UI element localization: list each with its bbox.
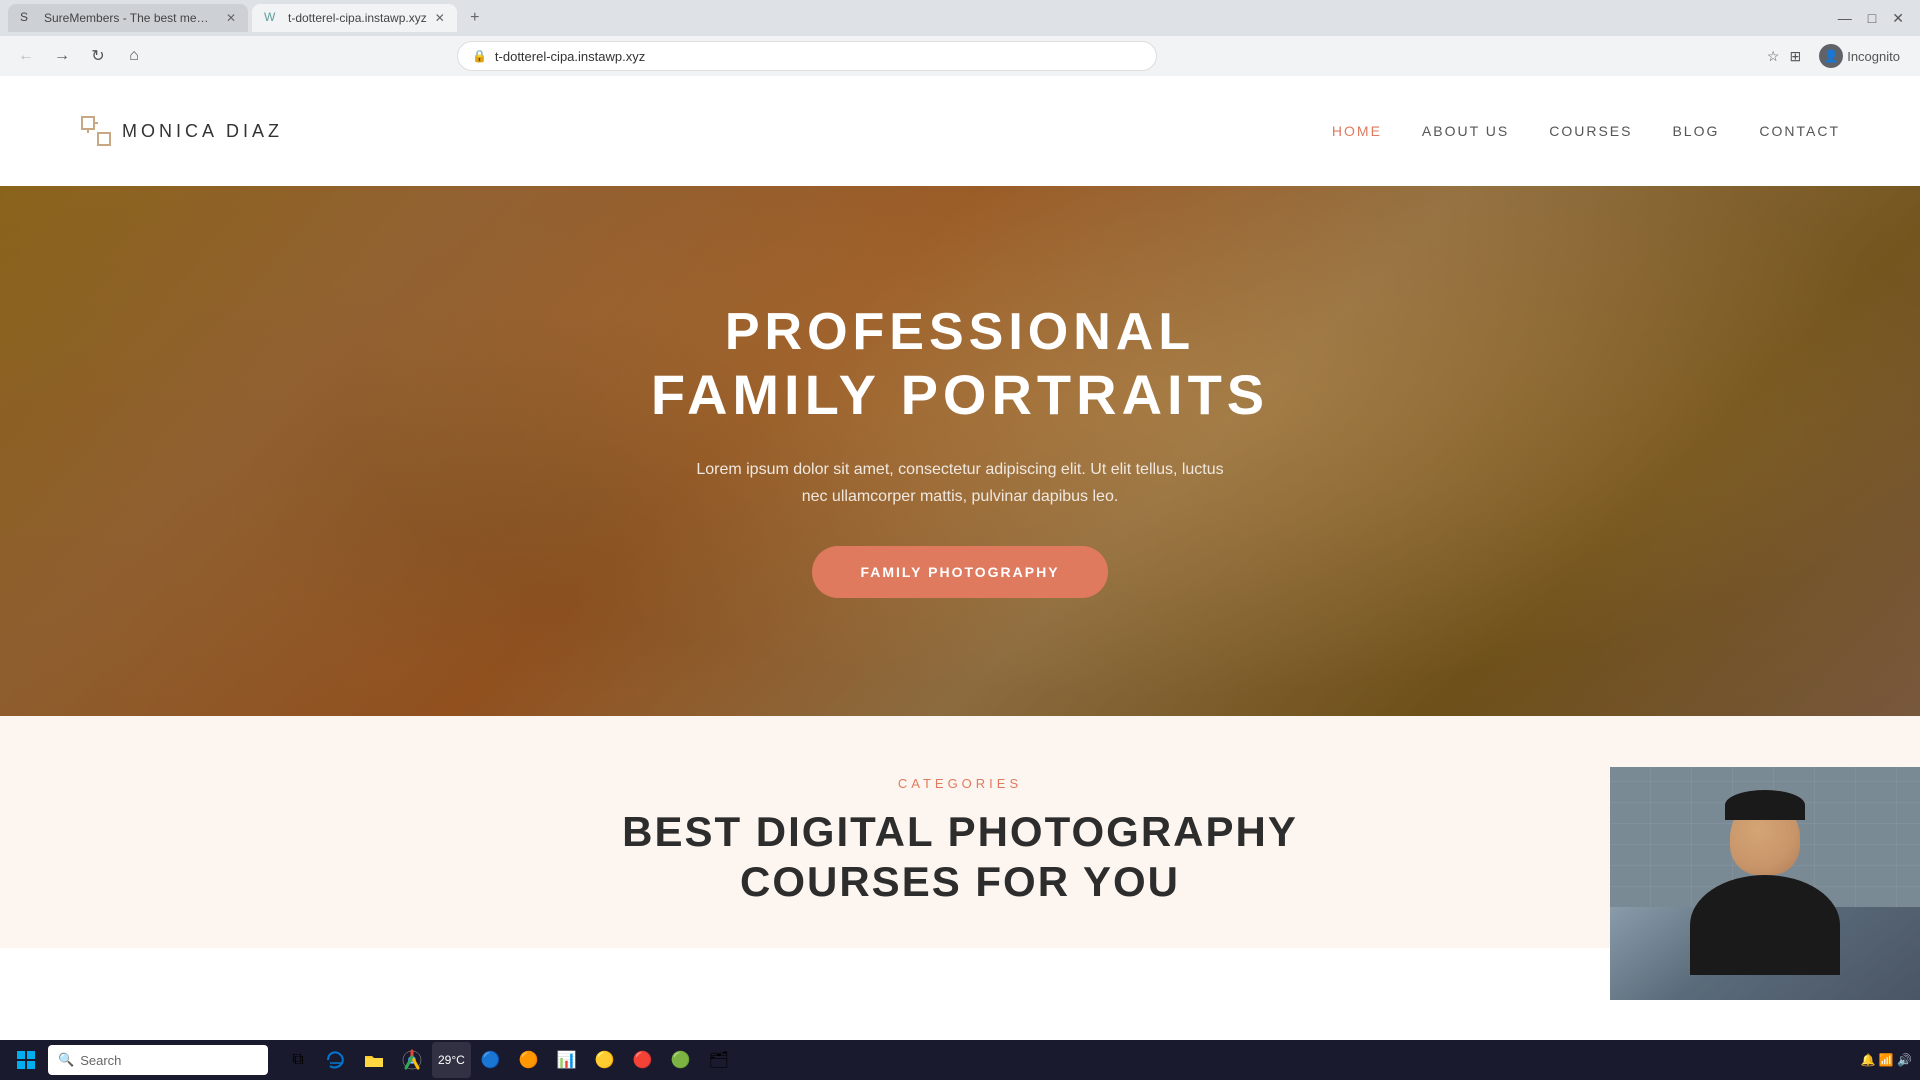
home-button[interactable]: ⌂ <box>120 42 148 70</box>
nav-blog[interactable]: BLOG <box>1672 123 1719 139</box>
taskbar-app-misc1[interactable]: 🔵 <box>473 1042 509 1078</box>
person-head <box>1730 800 1800 875</box>
taskbar-apps: ⧉ 29°C 🔵 🟠 📊 🟡 <box>280 1042 737 1078</box>
tab1-close-icon[interactable]: ✕ <box>226 11 236 25</box>
windows-icon <box>16 1050 36 1070</box>
nav-about[interactable]: ABOUT US <box>1422 123 1509 139</box>
search-icon: 🔍 <box>58 1052 74 1068</box>
hero-title-line1: PROFESSIONAL <box>651 304 1269 361</box>
hero-subtitle: Lorem ipsum dolor sit amet, consectetur … <box>651 456 1269 510</box>
person-body <box>1690 875 1840 975</box>
window-controls: — □ ✕ <box>1838 10 1912 27</box>
logo-icon <box>80 115 112 147</box>
nav-home[interactable]: HOME <box>1332 123 1382 139</box>
taskbar-app-chrome[interactable] <box>394 1042 430 1078</box>
new-tab-button[interactable]: + <box>461 4 489 32</box>
start-button[interactable] <box>8 1042 44 1078</box>
taskbar-search[interactable]: 🔍 Search <box>48 1045 268 1075</box>
taskbar-app-weather[interactable]: 29°C <box>432 1042 471 1078</box>
taskbar-app-misc5[interactable]: 🔴 <box>625 1042 661 1078</box>
hero-section: PROFESSIONAL FAMILY PORTRAITS Lorem ipsu… <box>0 186 1920 716</box>
tab2-favicon: W <box>264 10 280 26</box>
tab-instawp[interactable]: W t-dotterel-cipa.instawp.xyz ✕ <box>252 4 457 32</box>
tab1-title: SureMembers - The best memb... <box>44 11 218 25</box>
categories-title-line1: BEST DIGITAL PHOTOGRAPHY <box>622 808 1298 855</box>
weather-temp: 29°C <box>438 1053 465 1067</box>
profile-label: Incognito <box>1847 49 1900 64</box>
taskbar: 🔍 Search ⧉ 29°C 🔵 <box>0 1040 1920 1080</box>
categories-label: CATEGORIES <box>80 776 1840 791</box>
extensions-icon[interactable]: ⊞ <box>1789 48 1801 65</box>
webcam-overlay <box>1610 767 1920 1000</box>
taskbar-app-misc6[interactable]: 🟢 <box>663 1042 699 1078</box>
categories-title-line2: COURSES FOR YOU <box>740 858 1180 905</box>
tab1-favicon: S <box>20 10 36 26</box>
minimize-button[interactable]: — <box>1838 10 1852 26</box>
hero-content: PROFESSIONAL FAMILY PORTRAITS Lorem ipsu… <box>651 304 1269 599</box>
tab2-close-icon[interactable]: ✕ <box>435 11 445 25</box>
system-icons: 🔔 📶 🔊 <box>1861 1053 1913 1067</box>
cta-button[interactable]: FAMILY PHOTOGRAPHY <box>812 546 1107 598</box>
site-header: MONICA DIAZ HOME ABOUT US COURSES BLOG C… <box>0 76 1920 186</box>
maximize-button[interactable]: □ <box>1868 10 1876 26</box>
close-button[interactable]: ✕ <box>1892 10 1904 27</box>
site-navigation: HOME ABOUT US COURSES BLOG CONTACT <box>1332 123 1840 139</box>
taskbar-app-misc2[interactable]: 🟠 <box>511 1042 547 1078</box>
categories-title: BEST DIGITAL PHOTOGRAPHY COURSES FOR YOU <box>80 807 1840 908</box>
browser-chrome: S SureMembers - The best memb... ✕ W t-d… <box>0 0 1920 76</box>
search-placeholder: Search <box>80 1053 121 1068</box>
profile-button[interactable]: 👤 Incognito <box>1811 40 1908 72</box>
taskbar-app-taskview[interactable]: ⧉ <box>280 1042 316 1078</box>
taskbar-app-misc7[interactable]: 🗂 <box>701 1042 737 1078</box>
folder-icon <box>363 1049 385 1071</box>
webcam-person <box>1665 800 1865 1000</box>
title-bar: S SureMembers - The best memb... ✕ W t-d… <box>0 0 1920 36</box>
refresh-button[interactable]: ↻ <box>84 42 112 70</box>
tab2-title: t-dotterel-cipa.instawp.xyz <box>288 11 427 25</box>
toolbar-right: ☆ ⊞ 👤 Incognito <box>1767 40 1908 72</box>
tab-surembers[interactable]: S SureMembers - The best memb... ✕ <box>8 4 248 32</box>
address-bar: ← → ↻ ⌂ 🔒 t-dotterel-cipa.instawp.xyz ☆ … <box>0 36 1920 76</box>
chrome-icon <box>401 1049 423 1071</box>
logo-name: MONICA DIAZ <box>122 121 283 142</box>
taskbar-app-misc4[interactable]: 🟡 <box>587 1042 623 1078</box>
hero-title-line2: FAMILY PORTRAITS <box>651 361 1269 428</box>
url-text: t-dotterel-cipa.instawp.xyz <box>495 49 645 64</box>
url-bar[interactable]: 🔒 t-dotterel-cipa.instawp.xyz <box>457 41 1157 71</box>
taskbar-app-explorer[interactable] <box>356 1042 392 1078</box>
forward-button[interactable]: → <box>48 42 76 70</box>
back-button[interactable]: ← <box>12 42 40 70</box>
taskbar-app-misc3[interactable]: 📊 <box>549 1042 585 1078</box>
website-content: MONICA DIAZ HOME ABOUT US COURSES BLOG C… <box>0 76 1920 1040</box>
lock-icon: 🔒 <box>472 49 487 63</box>
bookmark-icon[interactable]: ☆ <box>1767 48 1780 65</box>
taskbar-app-edge[interactable] <box>318 1042 354 1078</box>
nav-contact[interactable]: CONTACT <box>1759 123 1840 139</box>
taskbar-system-tray: 🔔 📶 🔊 <box>1861 1053 1913 1067</box>
nav-courses[interactable]: COURSES <box>1549 123 1632 139</box>
webcam-background <box>1610 767 1920 1000</box>
incognito-icon: 👤 <box>1819 44 1843 68</box>
site-logo[interactable]: MONICA DIAZ <box>80 115 283 147</box>
